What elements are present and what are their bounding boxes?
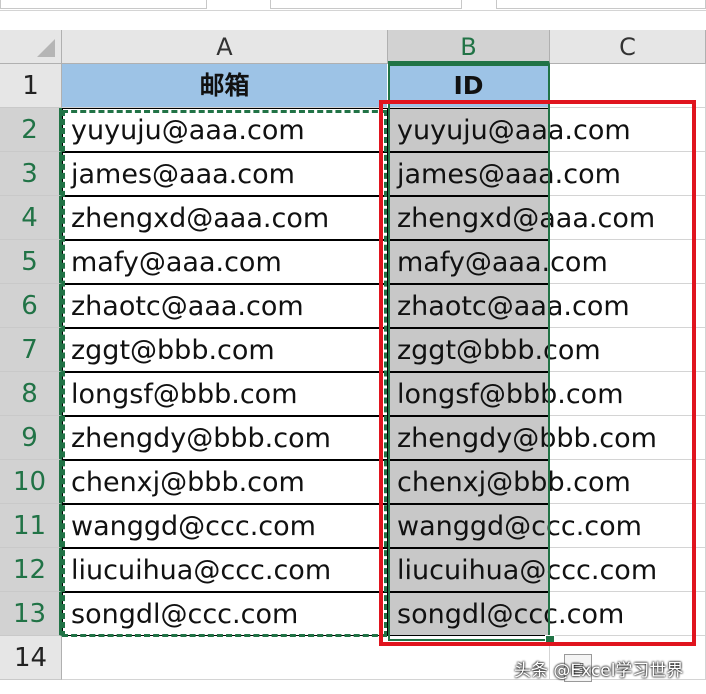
cell-c7[interactable]: [550, 328, 706, 372]
cell-b4[interactable]: zhengxd@aaa.com: [388, 196, 655, 240]
cell-b3[interactable]: james@aaa.com: [388, 152, 621, 196]
cell-a11[interactable]: wanggd@ccc.com: [62, 504, 388, 548]
row-header-13[interactable]: 13: [0, 592, 62, 636]
row-header-5[interactable]: 5: [0, 240, 62, 284]
cell-c2[interactable]: [550, 108, 706, 152]
toolbar-edge: [270, 0, 462, 9]
cell-a7[interactable]: zggt@bbb.com: [62, 328, 388, 372]
fill-handle[interactable]: [545, 635, 555, 645]
cell-b2[interactable]: yuyuju@aaa.com: [388, 108, 631, 152]
row-header-14[interactable]: 14: [0, 636, 62, 680]
cell-a3[interactable]: james@aaa.com: [62, 152, 388, 196]
select-all-corner[interactable]: [0, 30, 62, 64]
cell-row14-0[interactable]: [62, 636, 550, 680]
row-header-1[interactable]: 1: [0, 64, 62, 108]
cell-b12[interactable]: liucuihua@ccc.com: [388, 548, 657, 592]
cell-b7[interactable]: zggt@bbb.com: [388, 328, 601, 372]
cell-b6[interactable]: zhaotc@aaa.com: [388, 284, 630, 328]
column-header-b[interactable]: B: [388, 30, 550, 64]
formula-input-edge[interactable]: [496, 0, 706, 9]
row-header-7[interactable]: 7: [0, 328, 62, 372]
row-header-4[interactable]: 4: [0, 196, 62, 240]
column-header-a[interactable]: A: [62, 30, 388, 64]
header-cell-id[interactable]: ID: [388, 64, 550, 108]
cell-c8[interactable]: [550, 372, 706, 416]
cell-c12[interactable]: [550, 548, 706, 592]
watermark: 头条 @Excel学习世界: [514, 661, 684, 681]
formula-bar-edge: [0, 0, 706, 11]
cell-a8[interactable]: longsf@bbb.com: [62, 372, 388, 416]
cell-a9[interactable]: zhengdy@bbb.com: [62, 416, 388, 460]
cell-a5[interactable]: mafy@aaa.com: [62, 240, 388, 284]
cell-b13[interactable]: songdl@ccc.com: [388, 592, 624, 636]
cell-c1[interactable]: [550, 64, 706, 108]
cell-a6[interactable]: zhaotc@aaa.com: [62, 284, 388, 328]
cell-c6[interactable]: [550, 284, 706, 328]
cell-c9[interactable]: [550, 416, 706, 460]
row-header-3[interactable]: 3: [0, 152, 62, 196]
row-header-10[interactable]: 10: [0, 460, 62, 504]
cell-b5[interactable]: mafy@aaa.com: [388, 240, 608, 284]
cell-b8[interactable]: longsf@bbb.com: [388, 372, 624, 416]
select-all-triangle-icon: [37, 39, 55, 57]
cell-b9[interactable]: zhengdy@bbb.com: [388, 416, 657, 460]
row-header-9[interactable]: 9: [0, 416, 62, 460]
cell-c3[interactable]: [550, 152, 706, 196]
cell-c10[interactable]: [550, 460, 706, 504]
row-header-12[interactable]: 12: [0, 548, 62, 592]
cell-a4[interactable]: zhengxd@aaa.com: [62, 196, 388, 240]
column-header-c[interactable]: C: [550, 30, 706, 64]
cell-a13[interactable]: songdl@ccc.com: [62, 592, 388, 636]
cell-c4[interactable]: [550, 196, 706, 240]
cell-a12[interactable]: liucuihua@ccc.com: [62, 548, 388, 592]
row-header-6[interactable]: 6: [0, 284, 62, 328]
row-header-8[interactable]: 8: [0, 372, 62, 416]
cell-b10[interactable]: chenxj@bbb.com: [388, 460, 631, 504]
cell-a10[interactable]: chenxj@bbb.com: [62, 460, 388, 504]
name-box-edge[interactable]: [0, 0, 207, 9]
header-cell-email[interactable]: 邮箱: [62, 64, 388, 108]
cell-b11[interactable]: wanggd@ccc.com: [388, 504, 642, 548]
row-header-11[interactable]: 11: [0, 504, 62, 548]
cell-c5[interactable]: [550, 240, 706, 284]
cell-c11[interactable]: [550, 504, 706, 548]
row-header-2[interactable]: 2: [0, 108, 62, 152]
cell-c13[interactable]: [550, 592, 706, 636]
cell-a2[interactable]: yuyuju@aaa.com: [62, 108, 388, 152]
